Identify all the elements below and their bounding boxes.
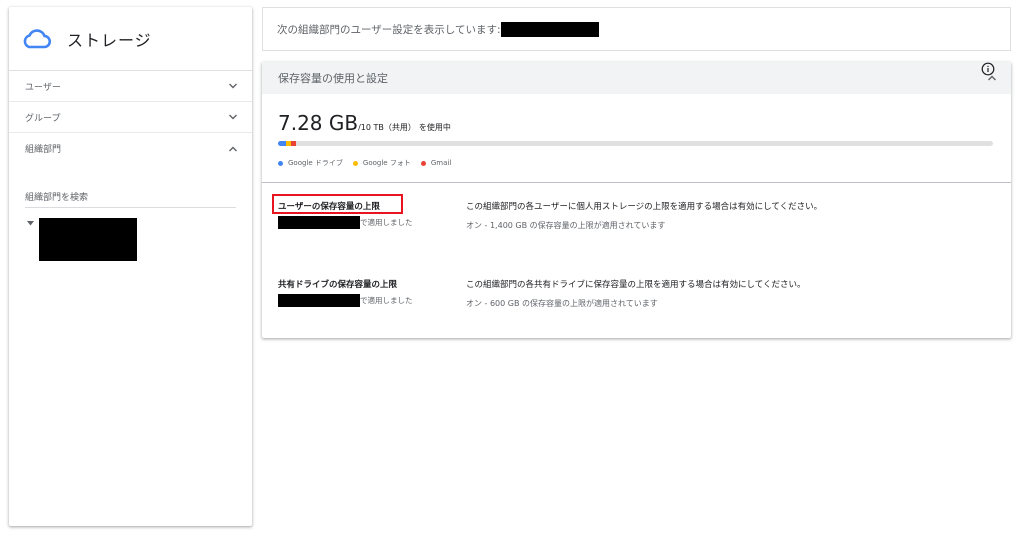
- legend-dot: [352, 160, 358, 166]
- redacted-org-unit: [278, 216, 360, 229]
- setting-applied: で適用しました: [278, 294, 413, 307]
- usage-bar: [278, 141, 993, 146]
- setting-state: オン - 600 GB の保存容量の上限が適用されています: [466, 299, 658, 308]
- legend-label: Gmail: [430, 159, 452, 167]
- sidebar-item-label: ユーザー: [25, 82, 61, 93]
- chevron-down-icon: [229, 114, 237, 120]
- org-tree-root[interactable]: [27, 218, 252, 261]
- sidebar-item-users[interactable]: ユーザー: [9, 71, 252, 102]
- banner-text: 次の組織部門のユーザー設定を表示しています:: [277, 23, 501, 36]
- card-title: 保存容量の使用と設定: [278, 72, 388, 85]
- redacted-org-name: [39, 218, 137, 261]
- caret-down-icon[interactable]: [27, 221, 34, 226]
- chevron-up-icon: [229, 146, 237, 151]
- setting-description: この組織部門の各共有ドライブに保存容量の上限を適用する場合は有効にしてください。: [466, 280, 806, 290]
- app-title: ストレージ: [67, 30, 152, 50]
- usage-total: /10 TB（共用）: [358, 123, 416, 132]
- cloud-icon: [23, 28, 51, 48]
- usage-bar-drive: [278, 141, 286, 146]
- applied-text: で適用しました: [360, 218, 413, 227]
- storage-settings-card: 保存容量の使用と設定 7.28 GB /10 TB（共用） を使用中 Googl…: [262, 62, 1011, 338]
- sidebar-item-label: 組織部門: [25, 145, 62, 155]
- sidebar-item-label: グループ: [25, 113, 61, 124]
- redacted-org-unit: [278, 294, 360, 307]
- legend-item: Google ドライブ: [278, 158, 343, 168]
- info-icon[interactable]: [981, 62, 995, 76]
- legend-label: Google ドライブ: [288, 159, 343, 167]
- setting-state: オン - 1,400 GB の保存容量の上限が適用されています: [466, 221, 666, 230]
- usage-suffix: を使用中: [418, 123, 451, 132]
- setting-applied: で適用しました: [278, 216, 413, 229]
- card-header[interactable]: 保存容量の使用と設定: [262, 62, 1011, 94]
- setting-name: 共有ドライブの保存容量の上限: [278, 280, 398, 290]
- usage-legend: Google ドライブ Google フォト Gmail: [278, 158, 451, 168]
- sidebar-header: ストレージ: [9, 7, 252, 70]
- legend-item: Gmail: [420, 158, 452, 168]
- org-unit-search-input[interactable]: 組織部門を検索: [25, 190, 236, 208]
- setting-description: この組織部門の各ユーザーに個人用ストレージの上限を適用する場合は有効にしてくださ…: [466, 202, 823, 212]
- org-unit-banner: 次の組織部門のユーザー設定を表示しています:: [262, 7, 1011, 51]
- setting-name: ユーザーの保存容量の上限: [278, 202, 380, 212]
- usage-summary: 7.28 GB /10 TB（共用） を使用中: [278, 111, 451, 135]
- usage-bar-gmail: [291, 141, 296, 146]
- sidebar-item-org-units[interactable]: 組織部門: [9, 133, 252, 164]
- legend-dot: [278, 160, 283, 166]
- sidebar-item-groups[interactable]: グループ: [9, 102, 252, 133]
- legend-label: Google フォト: [362, 159, 411, 167]
- applied-text: で適用しました: [360, 296, 413, 305]
- sidebar: ストレージ ユーザー グループ 組織部門 組織部門を検索: [9, 7, 252, 526]
- storage-usage: 7.28 GB /10 TB（共用） を使用中 Google ドライブ Goog…: [262, 62, 1011, 183]
- legend-item: Google フォト: [352, 158, 411, 168]
- legend-dot: [420, 160, 426, 166]
- redacted-org-unit: [500, 21, 599, 37]
- usage-used: 7.28 GB: [278, 111, 359, 135]
- chevron-down-icon: [229, 83, 237, 89]
